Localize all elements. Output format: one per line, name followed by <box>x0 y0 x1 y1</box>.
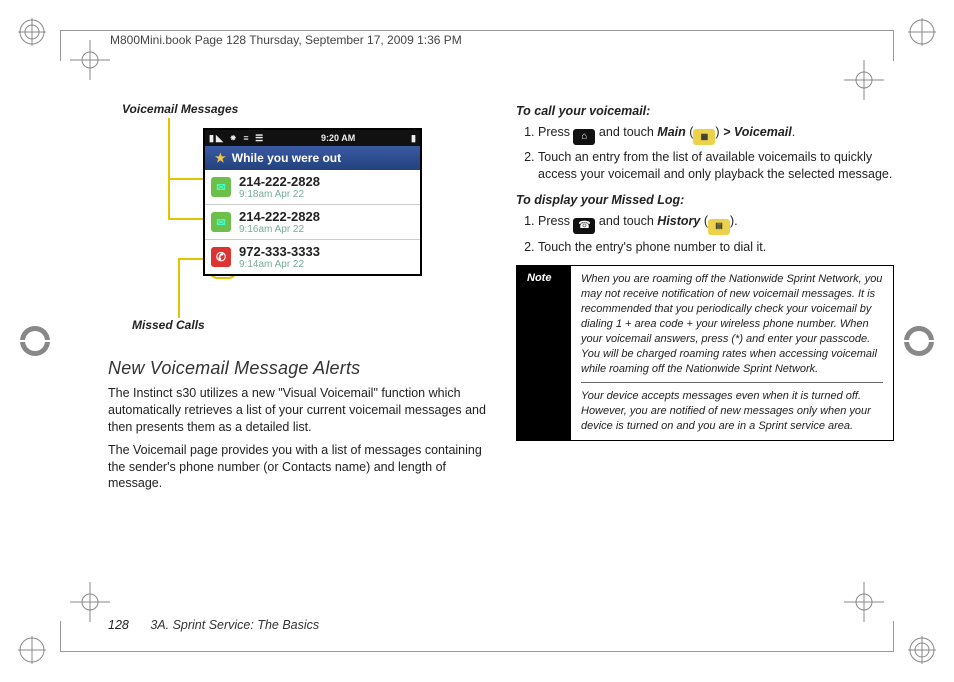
page-footer: 128 3A. Sprint Service: The Basics <box>108 618 319 632</box>
right-column: To call your voicemail: Press ⌂ and touc… <box>516 100 894 612</box>
note-divider <box>581 382 883 383</box>
subheading: To call your voicemail: <box>516 104 894 118</box>
callout-line <box>178 258 180 318</box>
voicemail-icon <box>211 177 231 197</box>
timestamp: 9:18am Apr 22 <box>239 189 320 200</box>
note-paragraph: Your device accepts messages even when i… <box>581 389 883 434</box>
cross-mark-icon <box>844 60 884 100</box>
home-key-icon: ⌂ <box>573 129 595 145</box>
body-text: The Instinct s30 utilizes a new "Visual … <box>108 385 486 436</box>
phone-screenshot: ▮◣ ⁕ ≡ ☰ 9:20 AM ▮ ★ While you were out … <box>203 128 422 276</box>
crop-mark-icon <box>18 636 46 664</box>
page-header: M800Mini.book Page 128 Thursday, Septemb… <box>110 33 462 47</box>
note-body: When you are roaming off the Nationwide … <box>571 266 893 439</box>
star-icon: ★ <box>215 151 226 165</box>
phone-number: 972-333-3333 <box>239 244 320 259</box>
note-label: Note <box>517 266 571 439</box>
banner: ★ While you were out <box>205 146 420 170</box>
status-icons: ▮◣ ⁕ ≡ ☰ <box>209 133 265 144</box>
section-heading: New Voicemail Message Alerts <box>108 358 486 379</box>
list-item: 214-222-28289:16am Apr 22 <box>205 204 420 239</box>
left-column: Voicemail Messages ▮◣ ⁕ ≡ ☰ 9:20 AM ▮ ★ <box>108 100 486 612</box>
banner-text: While you were out <box>232 151 341 165</box>
crop-mark-icon <box>908 636 936 664</box>
main-icon: ▦ <box>693 129 715 145</box>
status-bar: ▮◣ ⁕ ≡ ☰ 9:20 AM ▮ <box>205 130 420 146</box>
crop-mark-icon <box>908 18 936 46</box>
crop-mark-icon <box>18 18 46 46</box>
page-number: 128 <box>108 618 129 632</box>
missed-call-icon <box>211 247 231 267</box>
figure-label-missed: Missed Calls <box>132 318 205 332</box>
note-box: Note When you are roaming off the Nation… <box>516 265 894 440</box>
step-item: Press ☎ and touch History (▤). <box>538 213 894 234</box>
phone-number: 214-222-2828 <box>239 209 320 224</box>
voicemail-icon <box>211 212 231 232</box>
phone-number: 214-222-2828 <box>239 174 320 189</box>
phone-key-icon: ☎ <box>573 218 595 234</box>
subheading: To display your Missed Log: <box>516 193 894 207</box>
timestamp: 9:16am Apr 22 <box>239 224 320 235</box>
voicemail-figure: Voicemail Messages ▮◣ ⁕ ≡ ☰ 9:20 AM ▮ ★ <box>108 100 486 340</box>
timestamp: 9:14am Apr 22 <box>239 259 320 270</box>
chapter-title: 3A. Sprint Service: The Basics <box>150 618 319 632</box>
callout-line <box>168 118 170 218</box>
status-time: 9:20 AM <box>321 133 355 143</box>
steps-list: Press ☎ and touch History (▤). Touch the… <box>516 213 894 255</box>
body-text: The Voicemail page provides you with a l… <box>108 442 486 493</box>
registration-mark-icon <box>18 324 52 358</box>
list-item: 972-333-33339:14am Apr 22 <box>205 239 420 274</box>
step-item: Touch an entry from the list of availabl… <box>538 149 894 183</box>
note-paragraph: When you are roaming off the Nationwide … <box>581 272 883 376</box>
history-icon: ▤ <box>708 219 730 235</box>
registration-mark-icon <box>902 324 936 358</box>
step-item: Press ⌂ and touch Main (▦) > Voicemail. <box>538 124 894 145</box>
battery-icon: ▮ <box>411 133 416 144</box>
step-item: Touch the entry's phone number to dial i… <box>538 239 894 256</box>
figure-label-voicemail: Voicemail Messages <box>122 102 238 116</box>
steps-list: Press ⌂ and touch Main (▦) > Voicemail. … <box>516 124 894 183</box>
list-item: 214-222-28289:18am Apr 22 <box>205 170 420 204</box>
cross-mark-icon <box>70 582 110 622</box>
